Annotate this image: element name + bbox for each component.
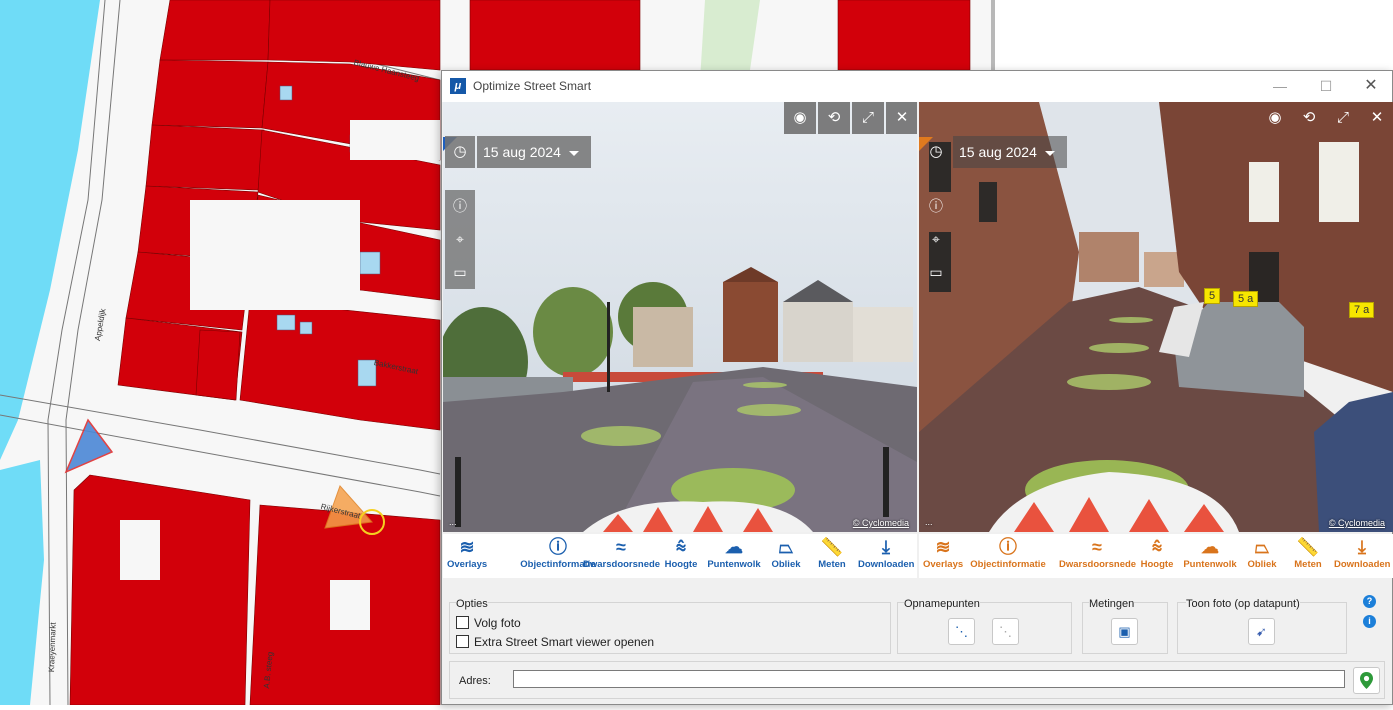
- info-icon[interactable]: ⓘ: [445, 190, 475, 223]
- app-logo-icon: μ: [450, 78, 466, 94]
- download-icon: ⤓: [1358, 537, 1366, 557]
- obliek-button[interactable]: ⏢ Obliek: [770, 534, 802, 578]
- extra-viewer-option[interactable]: Extra Street Smart viewer openen: [456, 635, 654, 649]
- side-toolbar-right: ⓘ ⌖ ▭: [921, 190, 951, 289]
- map-pin-icon: [1360, 672, 1373, 689]
- house-number-tag[interactable]: 5 a: [1233, 291, 1259, 307]
- comment-icon[interactable]: ▭: [445, 256, 475, 289]
- cyclomedia-credit-link[interactable]: © Cyclomedia: [853, 518, 909, 528]
- overlays-button[interactable]: ≋ Overlays: [923, 534, 963, 578]
- overlays-button[interactable]: ≋ Overlays: [447, 534, 487, 578]
- info-dots[interactable]: ...: [925, 517, 933, 527]
- dots-diagonal-icon: ⋱: [955, 624, 968, 639]
- info-icon[interactable]: ⓘ: [921, 190, 951, 223]
- pointer-icon: ➹: [1256, 624, 1267, 639]
- panorama-top-tools-left: ◉ ⟲ ⤢ ✕: [782, 102, 917, 134]
- cross-section-icon: ≈: [1092, 537, 1102, 557]
- opnamepunten-title: Opnamepunten: [904, 598, 980, 610]
- date-value: 15 aug 2024: [483, 144, 561, 160]
- side-toolbar-left: ⓘ ⌖ ▭: [445, 190, 475, 289]
- dwarsdoorsnede-button[interactable]: ≈ Dwarsdoorsnede: [1059, 534, 1136, 578]
- panorama-left[interactable]: ◷ 15 aug 2024 ⓘ ⌖ ▭ ◉ ⟲ ⤢ ✕ ... © Cyclom…: [443, 102, 917, 532]
- help-icon[interactable]: ?: [1363, 595, 1376, 608]
- dwarsdoorsnede-button[interactable]: ≈ Dwarsdoorsnede: [583, 534, 660, 578]
- eye-icon[interactable]: ◉: [784, 102, 816, 134]
- eye-icon[interactable]: ◉: [1259, 102, 1291, 134]
- toolbar-right: ≋ Overlays ⓘ Objectinformatie ≈ Dwarsdoorsn…: [919, 534, 1393, 578]
- history-clock-icon[interactable]: ◷: [445, 136, 475, 168]
- info-dots[interactable]: ...: [449, 517, 457, 527]
- expand-icon[interactable]: ⤢: [1327, 102, 1359, 134]
- point-cloud-icon: ☁: [1201, 537, 1219, 557]
- title-bar[interactable]: μ Optimize Street Smart — ☐ ✕: [442, 71, 1392, 102]
- house-number-tag[interactable]: 5: [1204, 288, 1221, 304]
- layers-icon: ≋: [935, 537, 951, 557]
- chevron-down-icon: [1044, 150, 1055, 156]
- follow-photo-checkbox[interactable]: [456, 616, 469, 629]
- address-input[interactable]: [513, 670, 1345, 688]
- minimize-button[interactable]: —: [1257, 71, 1303, 102]
- floppy-disk-icon: ▣: [1118, 624, 1131, 639]
- downloaden-button[interactable]: ⤓ Downloaden: [1334, 534, 1390, 578]
- follow-photo-option[interactable]: Volg foto: [456, 616, 521, 630]
- layers-icon: ≋: [459, 537, 475, 557]
- close-window-button[interactable]: ✕: [1348, 71, 1393, 102]
- close-icon[interactable]: ✕: [1361, 102, 1393, 134]
- house-number-tag[interactable]: 7 a: [1349, 302, 1375, 318]
- extra-viewer-checkbox[interactable]: [456, 635, 469, 648]
- puntenwolk-button[interactable]: ☁ Puntenwolk: [706, 534, 762, 578]
- ruler-icon: 📏: [1296, 537, 1320, 557]
- date-dropdown-left[interactable]: 15 aug 2024: [477, 136, 591, 168]
- history-clock-icon[interactable]: ◷: [921, 136, 951, 168]
- info-icon[interactable]: i: [1363, 615, 1376, 628]
- oblique-icon: ⏢: [778, 537, 794, 557]
- cross-section-icon: ≈: [616, 537, 626, 557]
- recording-points-button[interactable]: ⋱: [948, 618, 975, 645]
- save-measurements-button[interactable]: ▣: [1111, 618, 1138, 645]
- obliek-button[interactable]: ⏢ Obliek: [1246, 534, 1278, 578]
- toon-foto-title: Toon foto (op datapunt): [1186, 598, 1300, 610]
- downloaden-button[interactable]: ⤓ Downloaden: [858, 534, 914, 578]
- locate-address-button[interactable]: [1353, 667, 1380, 694]
- meten-button[interactable]: 📏 Meten: [1291, 534, 1325, 578]
- object-info-icon: ⓘ: [999, 537, 1017, 557]
- options-title: Opties: [456, 598, 488, 610]
- dots-diagonal-icon: ⋱: [999, 624, 1012, 639]
- recording-points-alt-button[interactable]: ⋱: [992, 618, 1019, 645]
- street-label-kraeyenmarkt: Kraeyenmarkt: [47, 622, 58, 673]
- locate-crosshair-icon[interactable]: ⌖: [921, 223, 951, 256]
- point-cloud-icon: ☁: [725, 537, 743, 557]
- objectinformatie-button[interactable]: ⓘ Objectinformatie: [969, 534, 1047, 578]
- locate-crosshair-icon[interactable]: ⌖: [445, 223, 475, 256]
- chevron-down-icon: [568, 150, 579, 156]
- show-photo-button[interactable]: ➹: [1248, 618, 1275, 645]
- expand-icon[interactable]: ⤢: [852, 102, 884, 134]
- maximize-button[interactable]: ☐: [1303, 71, 1349, 102]
- rotate-icon[interactable]: ⟲: [818, 102, 850, 134]
- rotate-icon[interactable]: ⟲: [1293, 102, 1325, 134]
- height-icon: ⩯: [1151, 537, 1163, 557]
- toolbar-left: ≋ Overlays ⓘ Objectinformatie ≈ Dwarsdoorsn…: [443, 534, 917, 578]
- download-icon: ⤓: [882, 537, 890, 557]
- metingen-title: Metingen: [1089, 598, 1135, 610]
- street-smart-window: μ Optimize Street Smart — ☐ ✕ ◷ 15 aug 2…: [441, 70, 1393, 705]
- window-title: Optimize Street Smart: [473, 79, 592, 93]
- date-value: 15 aug 2024: [959, 144, 1037, 160]
- comment-icon[interactable]: ▭: [921, 256, 951, 289]
- hoogte-button[interactable]: ⩯ Hoogte: [663, 534, 699, 578]
- panorama-right[interactable]: ◷ 15 aug 2024 ⓘ ⌖ ▭ ◉ ⟲ ⤢ ✕ 5 5 a 7 a ..…: [919, 102, 1393, 532]
- cyclomedia-credit-link[interactable]: © Cyclomedia: [1329, 518, 1385, 528]
- address-label: Adres:: [459, 675, 491, 687]
- puntenwolk-button[interactable]: ☁ Puntenwolk: [1182, 534, 1238, 578]
- panorama-top-tools-right: ◉ ⟲ ⤢ ✕: [1257, 102, 1393, 134]
- oblique-icon: ⏢: [1254, 537, 1270, 557]
- height-icon: ⩯: [675, 537, 687, 557]
- date-dropdown-right[interactable]: 15 aug 2024: [953, 136, 1067, 168]
- close-icon[interactable]: ✕: [886, 102, 917, 134]
- hoogte-button[interactable]: ⩯ Hoogte: [1139, 534, 1175, 578]
- meten-button[interactable]: 📏 Meten: [815, 534, 849, 578]
- ruler-icon: 📏: [820, 537, 844, 557]
